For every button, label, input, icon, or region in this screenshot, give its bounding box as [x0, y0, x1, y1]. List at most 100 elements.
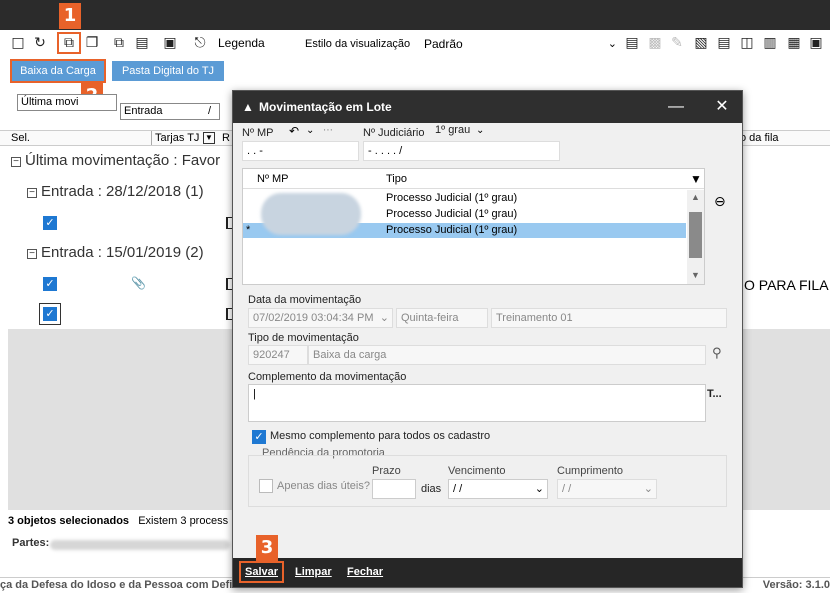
remove-item-icon[interactable]: ⊖: [714, 194, 726, 210]
cumprimento-value: / /: [562, 483, 572, 495]
hierarchy-icon[interactable]: ▥: [762, 35, 778, 51]
baixa-carga-button[interactable]: Baixa da Carga: [12, 61, 104, 81]
movement-form: Data da movimentação 07/02/2019 03:04:34…: [242, 290, 736, 557]
close-icon[interactable]: ✕: [707, 91, 737, 123]
edit-icon: ✎: [671, 35, 683, 51]
list-scrollbar[interactable]: ▲ ▼: [687, 190, 704, 284]
chevron-down-icon[interactable]: ⌄: [535, 480, 544, 498]
list-item-tipo: Processo Judicial (1º grau): [386, 192, 518, 204]
tipo-code-value: 920247: [253, 349, 290, 361]
njud-input[interactable]: - . . . . /: [363, 141, 560, 161]
chevron-down-icon[interactable]: ⌄: [476, 125, 484, 136]
search-document-icon[interactable]: ⎋: [192, 35, 208, 51]
batch-movement-icon[interactable]: ⧉: [57, 32, 81, 54]
group-ultima-movimentacao[interactable]: − Última movimentação : Favor: [11, 152, 220, 169]
clear-button[interactable]: Limpar: [295, 566, 332, 578]
car-icon[interactable]: ▣: [808, 35, 824, 51]
process-list-header: Nº MP Tipo ▼: [243, 169, 704, 189]
row-checkbox[interactable]: ✓: [43, 307, 57, 321]
nmp-value: . . -: [247, 145, 263, 157]
search-icon[interactable]: ⚲: [712, 346, 722, 361]
dialog-footer: Salvar Limpar Fechar: [233, 558, 742, 587]
app-titlebar: [0, 0, 830, 30]
legend-button[interactable]: Legenda: [218, 36, 265, 50]
status-bar: 3 objetos selecionados Existem 3 process: [8, 515, 228, 527]
data-mov-label: Data da movimentação: [248, 294, 362, 306]
group-entrada-1[interactable]: − Entrada : 28/12/2018 (1): [27, 183, 204, 200]
cumprimento-input: / / ⌄: [557, 479, 657, 499]
complemento-textarea[interactable]: |: [248, 384, 706, 422]
chevron-down-icon: ⌄: [607, 38, 617, 50]
column-filter-icon[interactable]: ▼: [203, 132, 215, 144]
chat-icon[interactable]: ◫: [739, 35, 755, 51]
column-tarjas[interactable]: Tarjas TJ: [151, 131, 199, 145]
save-icon[interactable]: ▤: [624, 35, 640, 51]
mesmo-complemento-checkbox[interactable]: ✓: [252, 430, 266, 444]
delete-icon: ▩: [648, 35, 662, 51]
column-fila[interactable]: o da fila: [740, 131, 779, 145]
filter-icon[interactable]: ▼: [690, 169, 702, 189]
mesmo-complemento-label: Mesmo complemento para todos os cadastro: [270, 430, 491, 442]
new-row-marker: *: [246, 224, 251, 236]
view-style-select[interactable]: Padrão ⌄: [420, 35, 620, 53]
complemento-value: |: [253, 388, 256, 400]
paste-icon[interactable]: ⧉: [111, 35, 127, 51]
chevron-down-icon: ⌄: [379, 312, 389, 324]
redacted-nmp-values: [261, 193, 361, 235]
tipo-code-field: 920247: [248, 345, 308, 365]
dialog-title: Movimentação em Lote: [259, 100, 392, 114]
column-sel[interactable]: Sel.: [11, 131, 30, 145]
pasta-digital-button[interactable]: Pasta Digital do TJ: [112, 61, 224, 81]
footer-org-name: ça da Defesa do Idoso e da Pessoa com De…: [0, 579, 233, 591]
cumprimento-label: Cumprimento: [557, 465, 624, 477]
export-icon[interactable]: ▣: [162, 35, 178, 51]
entry-filter-field[interactable]: Entrada /: [120, 103, 220, 120]
nmp-input[interactable]: . . -: [242, 141, 359, 161]
collapse-toggle-icon[interactable]: −: [27, 188, 37, 198]
scroll-down-icon[interactable]: ▼: [687, 270, 704, 280]
chevron-down-icon[interactable]: ⌄: [306, 125, 314, 136]
collapse-toggle-icon[interactable]: −: [11, 157, 21, 167]
text-format-button[interactable]: T...: [707, 388, 722, 400]
data-mov-input: 07/02/2019 03:04:34 PM ⌄: [248, 308, 393, 328]
apenas-uteis-checkbox[interactable]: [259, 479, 273, 493]
group-label: Entrada : 28/12/2018 (1): [41, 183, 204, 200]
view-filter-select[interactable]: Última movi: [17, 94, 117, 111]
minimize-icon[interactable]: —: [661, 91, 691, 123]
grau-select[interactable]: 1º grau: [435, 124, 470, 136]
column-r[interactable]: R: [222, 131, 230, 145]
more-icon[interactable]: ⋯: [323, 125, 333, 136]
list-col-nmp[interactable]: Nº MP: [257, 169, 289, 189]
chevron-down-icon: ⌄: [643, 483, 653, 495]
report-icon[interactable]: ▤: [716, 35, 732, 51]
close-button[interactable]: Fechar: [347, 566, 383, 578]
print-icon[interactable]: ▤: [134, 35, 150, 51]
treinamento-field: Treinamento 01: [491, 308, 727, 328]
truck-icon[interactable]: ▦: [786, 35, 802, 51]
contacts-icon[interactable]: ▧: [693, 35, 709, 51]
scroll-up-icon[interactable]: ▲: [687, 192, 704, 202]
list-col-tipo[interactable]: Tipo: [386, 169, 407, 189]
copy-icon[interactable]: ❐: [84, 35, 100, 51]
scroll-thumb[interactable]: [689, 212, 702, 258]
entry-filter-slash: /: [207, 105, 211, 117]
prazo-input[interactable]: [372, 479, 416, 499]
undo-icon[interactable]: ↶: [289, 124, 299, 138]
row-checkbox[interactable]: ✓: [43, 277, 57, 291]
attachment-icon[interactable]: 📎: [131, 276, 146, 290]
partes-label: Partes:: [12, 537, 50, 549]
tipo-mov-label: Tipo de movimentação: [248, 332, 359, 344]
view-style-label: Estilo da visualização: [305, 38, 411, 50]
new-document-icon[interactable]: □: [10, 35, 26, 51]
dias-label: dias: [421, 483, 442, 495]
njud-label: Nº Judiciário: [363, 127, 425, 139]
vencimento-value: / /: [453, 483, 463, 495]
row-checkbox[interactable]: ✓: [43, 216, 57, 230]
group-entrada-2[interactable]: − Entrada : 15/01/2019 (2): [27, 244, 204, 261]
main-toolbar: □ ↻ ⧉ ❐ ⧉ ▤ ▣ ⎋ Legenda Estilo da visual…: [0, 30, 830, 58]
collapse-toggle-icon[interactable]: −: [27, 249, 37, 259]
save-button[interactable]: Salvar: [241, 563, 282, 581]
refresh-icon[interactable]: ↻: [32, 35, 48, 51]
list-item-tipo: Processo Judicial (1º grau): [386, 224, 518, 236]
vencimento-input[interactable]: / / ⌄: [448, 479, 548, 499]
